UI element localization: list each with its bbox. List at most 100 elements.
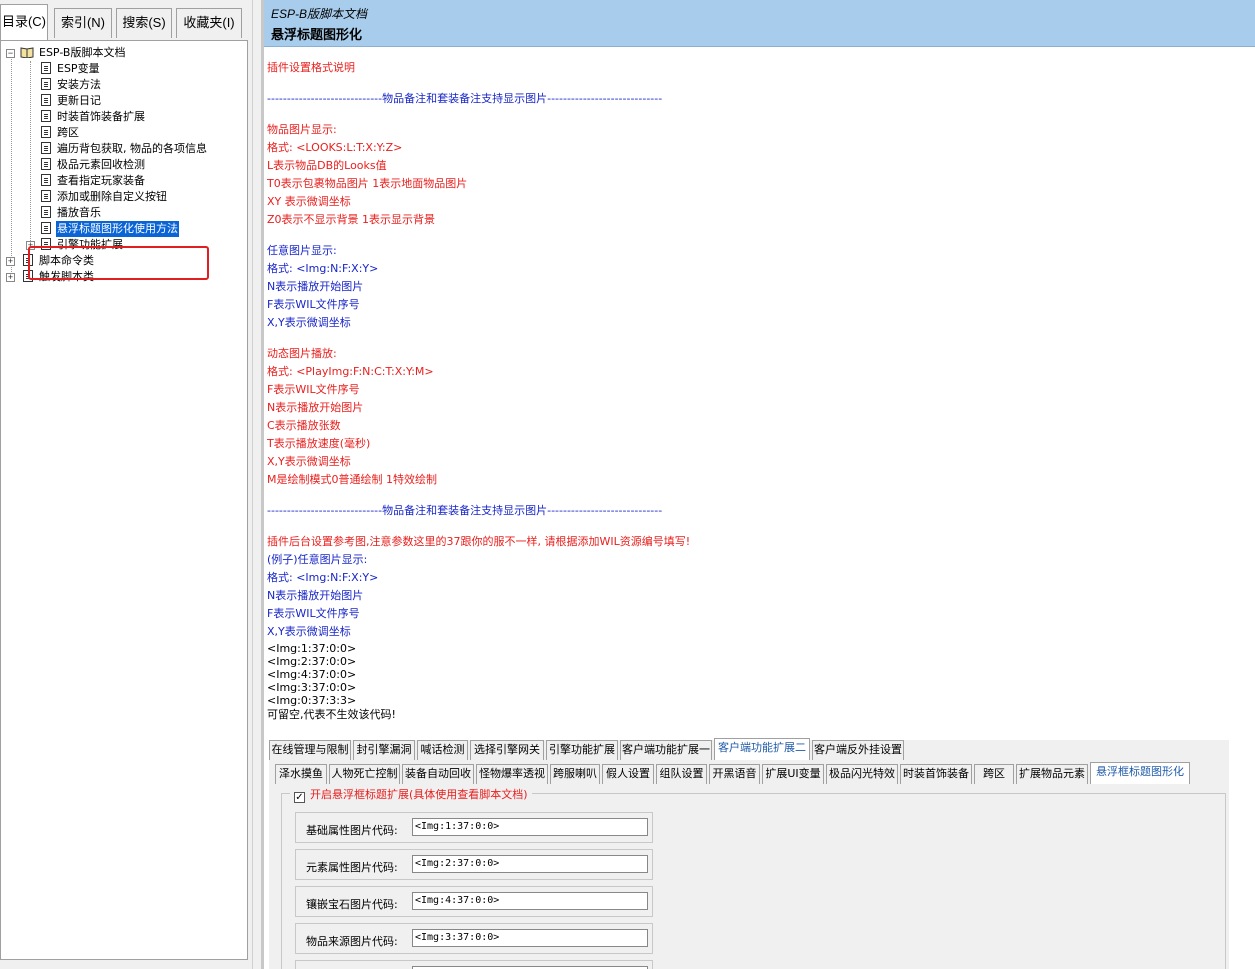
config-tab[interactable]: 开黑语音 — [709, 764, 760, 784]
content-line: C表示播放张数 — [267, 419, 341, 432]
content-line: N表示播放开始图片 — [267, 280, 364, 293]
content-line: 格式: <Img:N:F:X:Y> — [267, 262, 379, 275]
settings-groupbox: ✓ 开启悬浮框标题扩展(具体使用查看脚本文档) 基础属性图片代码: <Img:1:… — [281, 786, 1226, 969]
topic-title: 悬浮标题图形化 — [271, 27, 363, 42]
config-tab[interactable]: 假人设置 — [602, 764, 654, 784]
document-icon — [41, 222, 51, 234]
content-line: L表示物品DB的Looks值 — [267, 159, 387, 172]
collapse-toggle[interactable]: − — [6, 49, 15, 58]
tree-item[interactable]: 播放音乐 — [41, 205, 102, 221]
content-line: N表示播放开始图片 — [267, 401, 364, 414]
tree-item[interactable]: 极品元素回收检测 — [41, 157, 146, 173]
content-line: 插件后台设置参考图,注意参数这里的37跟你的服不一样, 请根据添加WIL资源编号… — [267, 535, 691, 548]
content-line: Z0表示不显示背景 1表示显示背景 — [267, 213, 436, 226]
navigation-tabbar: 目录(C) 索引(N) 搜索(S) 收藏夹(I) — [0, 0, 252, 44]
config-tab[interactable]: 选择引擎网关 — [470, 740, 544, 760]
tree-item[interactable]: 添加或删除自定义按钮 — [41, 189, 168, 205]
document-icon — [41, 142, 51, 154]
config-tab[interactable]: 喊话检测 — [417, 740, 468, 760]
help-navigation-pane: 目录(C) 索引(N) 搜索(S) 收藏夹(I) − ESP-B版脚本文档 ES… — [0, 0, 252, 969]
document-icon — [41, 126, 51, 138]
config-tab[interactable]: 封引擎漏洞 — [353, 740, 415, 760]
image-code-input[interactable]: <Img:2:37:0:0> — [412, 855, 648, 873]
content-line: 插件设置格式说明 — [267, 61, 355, 74]
content-line: N表示播放开始图片 — [267, 589, 364, 602]
content-line: (例子)任意图片显示: — [267, 553, 368, 566]
tab-search[interactable]: 搜索(S) — [116, 8, 172, 38]
image-code-input[interactable]: <Img:3:37:0:0> — [412, 929, 648, 947]
config-tab[interactable]: 时装首饰装备 — [900, 764, 972, 784]
tree-item-root[interactable]: ESP-B版脚本文档 — [20, 45, 126, 61]
content-line: T0表示包裹物品图片 1表示地面物品图片 — [267, 177, 468, 190]
config-tab[interactable]: 扩展UI变量 — [762, 764, 824, 784]
document-icon — [41, 206, 51, 218]
field-row: 基础属性图片代码: <Img:1:37:0:0> — [295, 812, 653, 843]
content-line: XY 表示微调坐标 — [267, 195, 351, 208]
field-label: 基础属性图片代码: — [306, 824, 398, 837]
document-icon — [41, 190, 51, 202]
document-icon — [41, 78, 51, 90]
content-line: 物品图片显示: — [267, 123, 337, 136]
content-line: 可留空,代表不生效该代码! — [267, 708, 396, 721]
content-line: X,Y表示微调坐标 — [267, 455, 351, 468]
tab-favorites[interactable]: 收藏夹(I) — [176, 8, 242, 38]
image-code-input[interactable]: <Img:1:37:0:0> — [412, 818, 648, 836]
content-line: X,Y表示微调坐标 — [267, 625, 351, 638]
config-tab[interactable]: 怪物爆率透视 — [476, 764, 548, 784]
config-tab[interactable]: 人物死亡控制 — [329, 764, 400, 784]
content-line: F表示WIL文件序号 — [267, 298, 360, 311]
content-line: X,Y表示微调坐标 — [267, 316, 351, 329]
config-tab[interactable]: 跨区 — [974, 764, 1014, 784]
tree-item[interactable]: 查看指定玩家装备 — [41, 173, 146, 189]
tree-item[interactable]: 时装首饰装备扩展 — [41, 109, 146, 125]
highlight-annotation — [28, 246, 209, 280]
tree-item-selected[interactable]: 悬浮标题图形化使用方法 — [41, 221, 179, 237]
config-tab[interactable]: 在线管理与限制 — [269, 740, 351, 760]
image-code-input[interactable]: <Img:4:37:0:0> — [412, 892, 648, 910]
checkbox-checked[interactable]: ✓ — [294, 792, 305, 803]
content-line: 任意图片显示: — [267, 244, 337, 257]
expand-toggle[interactable]: + — [6, 273, 15, 282]
config-tab[interactable]: 客户端功能扩展一 — [620, 740, 712, 760]
field-row: 物品来源图片代码: <Img:3:37:0:0> — [295, 923, 653, 954]
tree-item[interactable]: ESP变量 — [41, 61, 101, 77]
config-tab[interactable]: 客户端反外挂设置 — [812, 740, 904, 760]
config-tab[interactable]: 泽水摸鱼 — [275, 764, 327, 784]
content-line: F表示WIL文件序号 — [267, 383, 360, 396]
config-tab[interactable]: 装备自动回收 — [402, 764, 474, 784]
expand-toggle[interactable]: + — [6, 257, 15, 266]
field-row: 元素属性图片代码: <Img:2:37:0:0> — [295, 849, 653, 880]
content-line: -----------------------------物品备注和套装备注支持… — [267, 92, 663, 105]
field-row-partial — [295, 960, 653, 969]
document-icon — [41, 110, 51, 122]
config-tab[interactable]: 极品闪光特效 — [826, 764, 898, 784]
field-row: 镶嵌宝石图片代码: <Img:4:37:0:0> — [295, 886, 653, 917]
document-icon — [41, 94, 51, 106]
enable-checkbox-row[interactable]: ✓ 开启悬浮框标题扩展(具体使用查看脚本文档) — [290, 786, 532, 803]
field-label: 镶嵌宝石图片代码: — [306, 898, 398, 911]
config-tab[interactable]: 组队设置 — [656, 764, 707, 784]
config-tab-active[interactable]: 悬浮框标题图形化 — [1090, 762, 1190, 784]
tree-item[interactable]: 遍历背包获取, 物品的各项信息 — [41, 141, 208, 157]
document-icon — [41, 174, 51, 186]
tree-item[interactable]: 更新日记 — [41, 93, 102, 109]
config-tab[interactable]: 引擎功能扩展 — [546, 740, 618, 760]
config-tab[interactable]: 扩展物品元素 — [1016, 764, 1088, 784]
pane-splitter[interactable] — [252, 0, 264, 969]
tab-index[interactable]: 索引(N) — [54, 8, 112, 38]
field-label: 元素属性图片代码: — [306, 861, 398, 874]
checkbox-label: 开启悬浮框标题扩展(具体使用查看脚本文档) — [310, 788, 528, 801]
content-line: T表示播放速度(毫秒) — [267, 437, 371, 450]
book-open-icon — [20, 47, 34, 58]
tab-contents[interactable]: 目录(C) — [0, 4, 48, 40]
config-screenshot: 在线管理与限制 封引擎漏洞 喊话检测 选择引擎网关 引擎功能扩展 客户端功能扩展… — [269, 738, 1229, 969]
contents-tree[interactable]: − ESP-B版脚本文档 ESP变量 安装方法 更新日记 时装首饰装备扩展 跨区… — [0, 40, 248, 960]
content-line: 格式: <Img:N:F:X:Y> — [267, 571, 379, 584]
tree-item[interactable]: 安装方法 — [41, 77, 102, 93]
topic-pane: ESP-B版脚本文档 悬浮标题图形化 插件设置格式说明 ------------… — [264, 0, 1255, 969]
tree-item[interactable]: 跨区 — [41, 125, 80, 141]
config-tab-active[interactable]: 客户端功能扩展二 — [714, 738, 810, 760]
config-tab[interactable]: 跨服喇叭 — [550, 764, 600, 784]
field-label: 物品来源图片代码: — [306, 935, 398, 948]
content-line: 格式: <PlayImg:F:N:C:T:X:Y:M> — [267, 365, 434, 378]
